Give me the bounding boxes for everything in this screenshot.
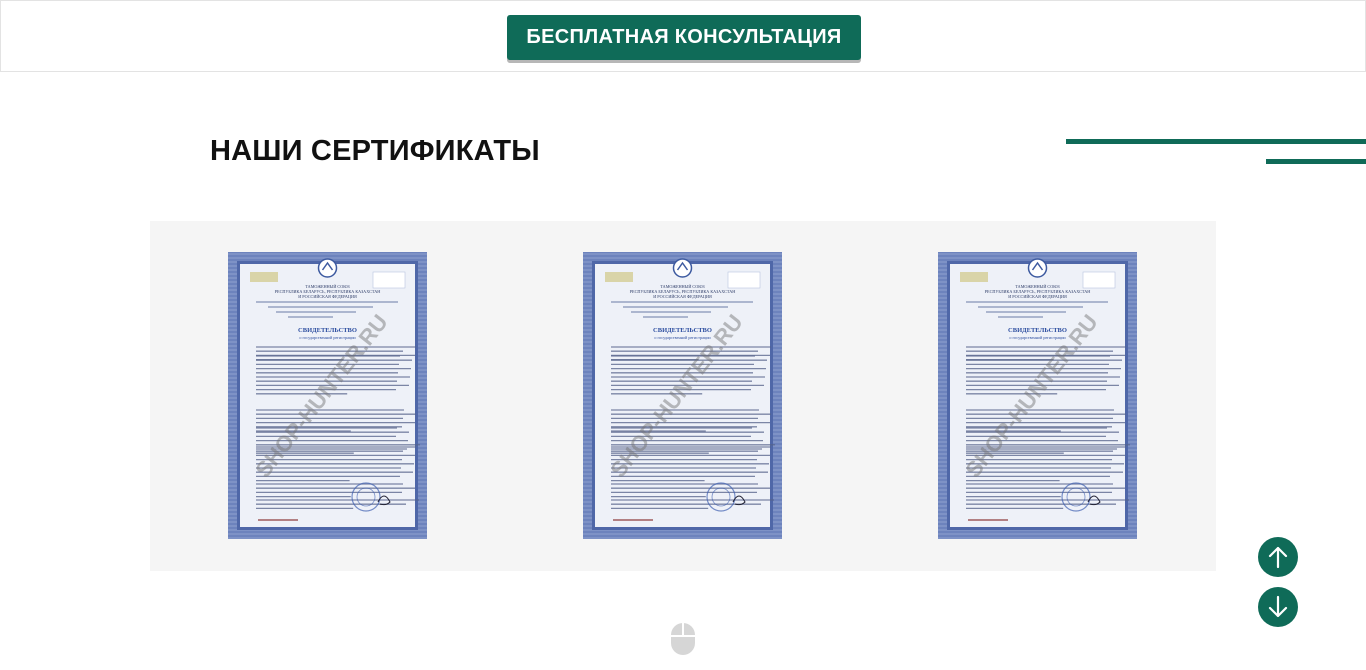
mouse-scroll-icon — [670, 622, 696, 656]
certificates-gallery: ТАМОЖЕННЫЙ СОЮЗ РЕСПУБЛИКА БЕЛАРУСЬ, РЕСП… — [150, 221, 1216, 571]
top-bar: БЕСПЛАТНАЯ КОНСУЛЬТАЦИЯ — [0, 0, 1366, 72]
svg-text:СВИДЕТЕЛЬСТВО: СВИДЕТЕЛЬСТВО — [653, 327, 712, 334]
arrow-down-icon — [1268, 595, 1288, 618]
certificate-card-1[interactable]: ТАМОЖЕННЫЙ СОЮЗ РЕСПУБЛИКА БЕЛАРУСЬ, РЕСП… — [228, 252, 427, 539]
certificate-document-icon: ТАМОЖЕННЫЙ СОЮЗРЕСПУБЛИКА БЕЛАРУСЬ, РЕСП… — [938, 252, 1137, 539]
certificate-card-3[interactable]: ТАМОЖЕННЫЙ СОЮЗ РЕСПУБЛИКА БЕЛАРУСЬ, РЕСП… — [938, 252, 1137, 539]
arrow-up-icon — [1268, 546, 1288, 569]
svg-text:СВИДЕТЕЛЬСТВО: СВИДЕТЕЛЬСТВО — [298, 327, 357, 334]
decorative-line-top — [1066, 139, 1366, 144]
svg-text:И РОССИЙСКАЯ ФЕДЕРАЦИЯ: И РОССИЙСКАЯ ФЕДЕРАЦИЯ — [298, 294, 357, 299]
certificate-document-icon: ТАМОЖЕННЫЙ СОЮЗРЕСПУБЛИКА БЕЛАРУСЬ, РЕСП… — [228, 252, 427, 539]
svg-text:о государственной регистрации: о государственной регистрации — [299, 335, 356, 340]
free-consultation-button[interactable]: БЕСПЛАТНАЯ КОНСУЛЬТАЦИЯ — [507, 15, 861, 60]
svg-text:о государственной регистрации: о государственной регистрации — [1009, 335, 1066, 340]
decorative-line-bottom — [1266, 159, 1366, 164]
svg-text:И РОССИЙСКАЯ ФЕДЕРАЦИЯ: И РОССИЙСКАЯ ФЕДЕРАЦИЯ — [653, 294, 712, 299]
scroll-up-button[interactable] — [1258, 537, 1298, 577]
svg-text:СВИДЕТЕЛЬСТВО: СВИДЕТЕЛЬСТВО — [1008, 327, 1067, 334]
svg-text:И РОССИЙСКАЯ ФЕДЕРАЦИЯ: И РОССИЙСКАЯ ФЕДЕРАЦИЯ — [1008, 294, 1067, 299]
certificate-document-icon: ТАМОЖЕННЫЙ СОЮЗРЕСПУБЛИКА БЕЛАРУСЬ, РЕСП… — [583, 252, 782, 539]
scroll-down-button[interactable] — [1258, 587, 1298, 627]
section-title: НАШИ СЕРТИФИКАТЫ — [210, 135, 540, 167]
certificate-card-2[interactable]: ТАМОЖЕННЫЙ СОЮЗ РЕСПУБЛИКА БЕЛАРУСЬ, РЕСП… — [583, 252, 782, 539]
svg-text:о государственной регистрации: о государственной регистрации — [654, 335, 711, 340]
